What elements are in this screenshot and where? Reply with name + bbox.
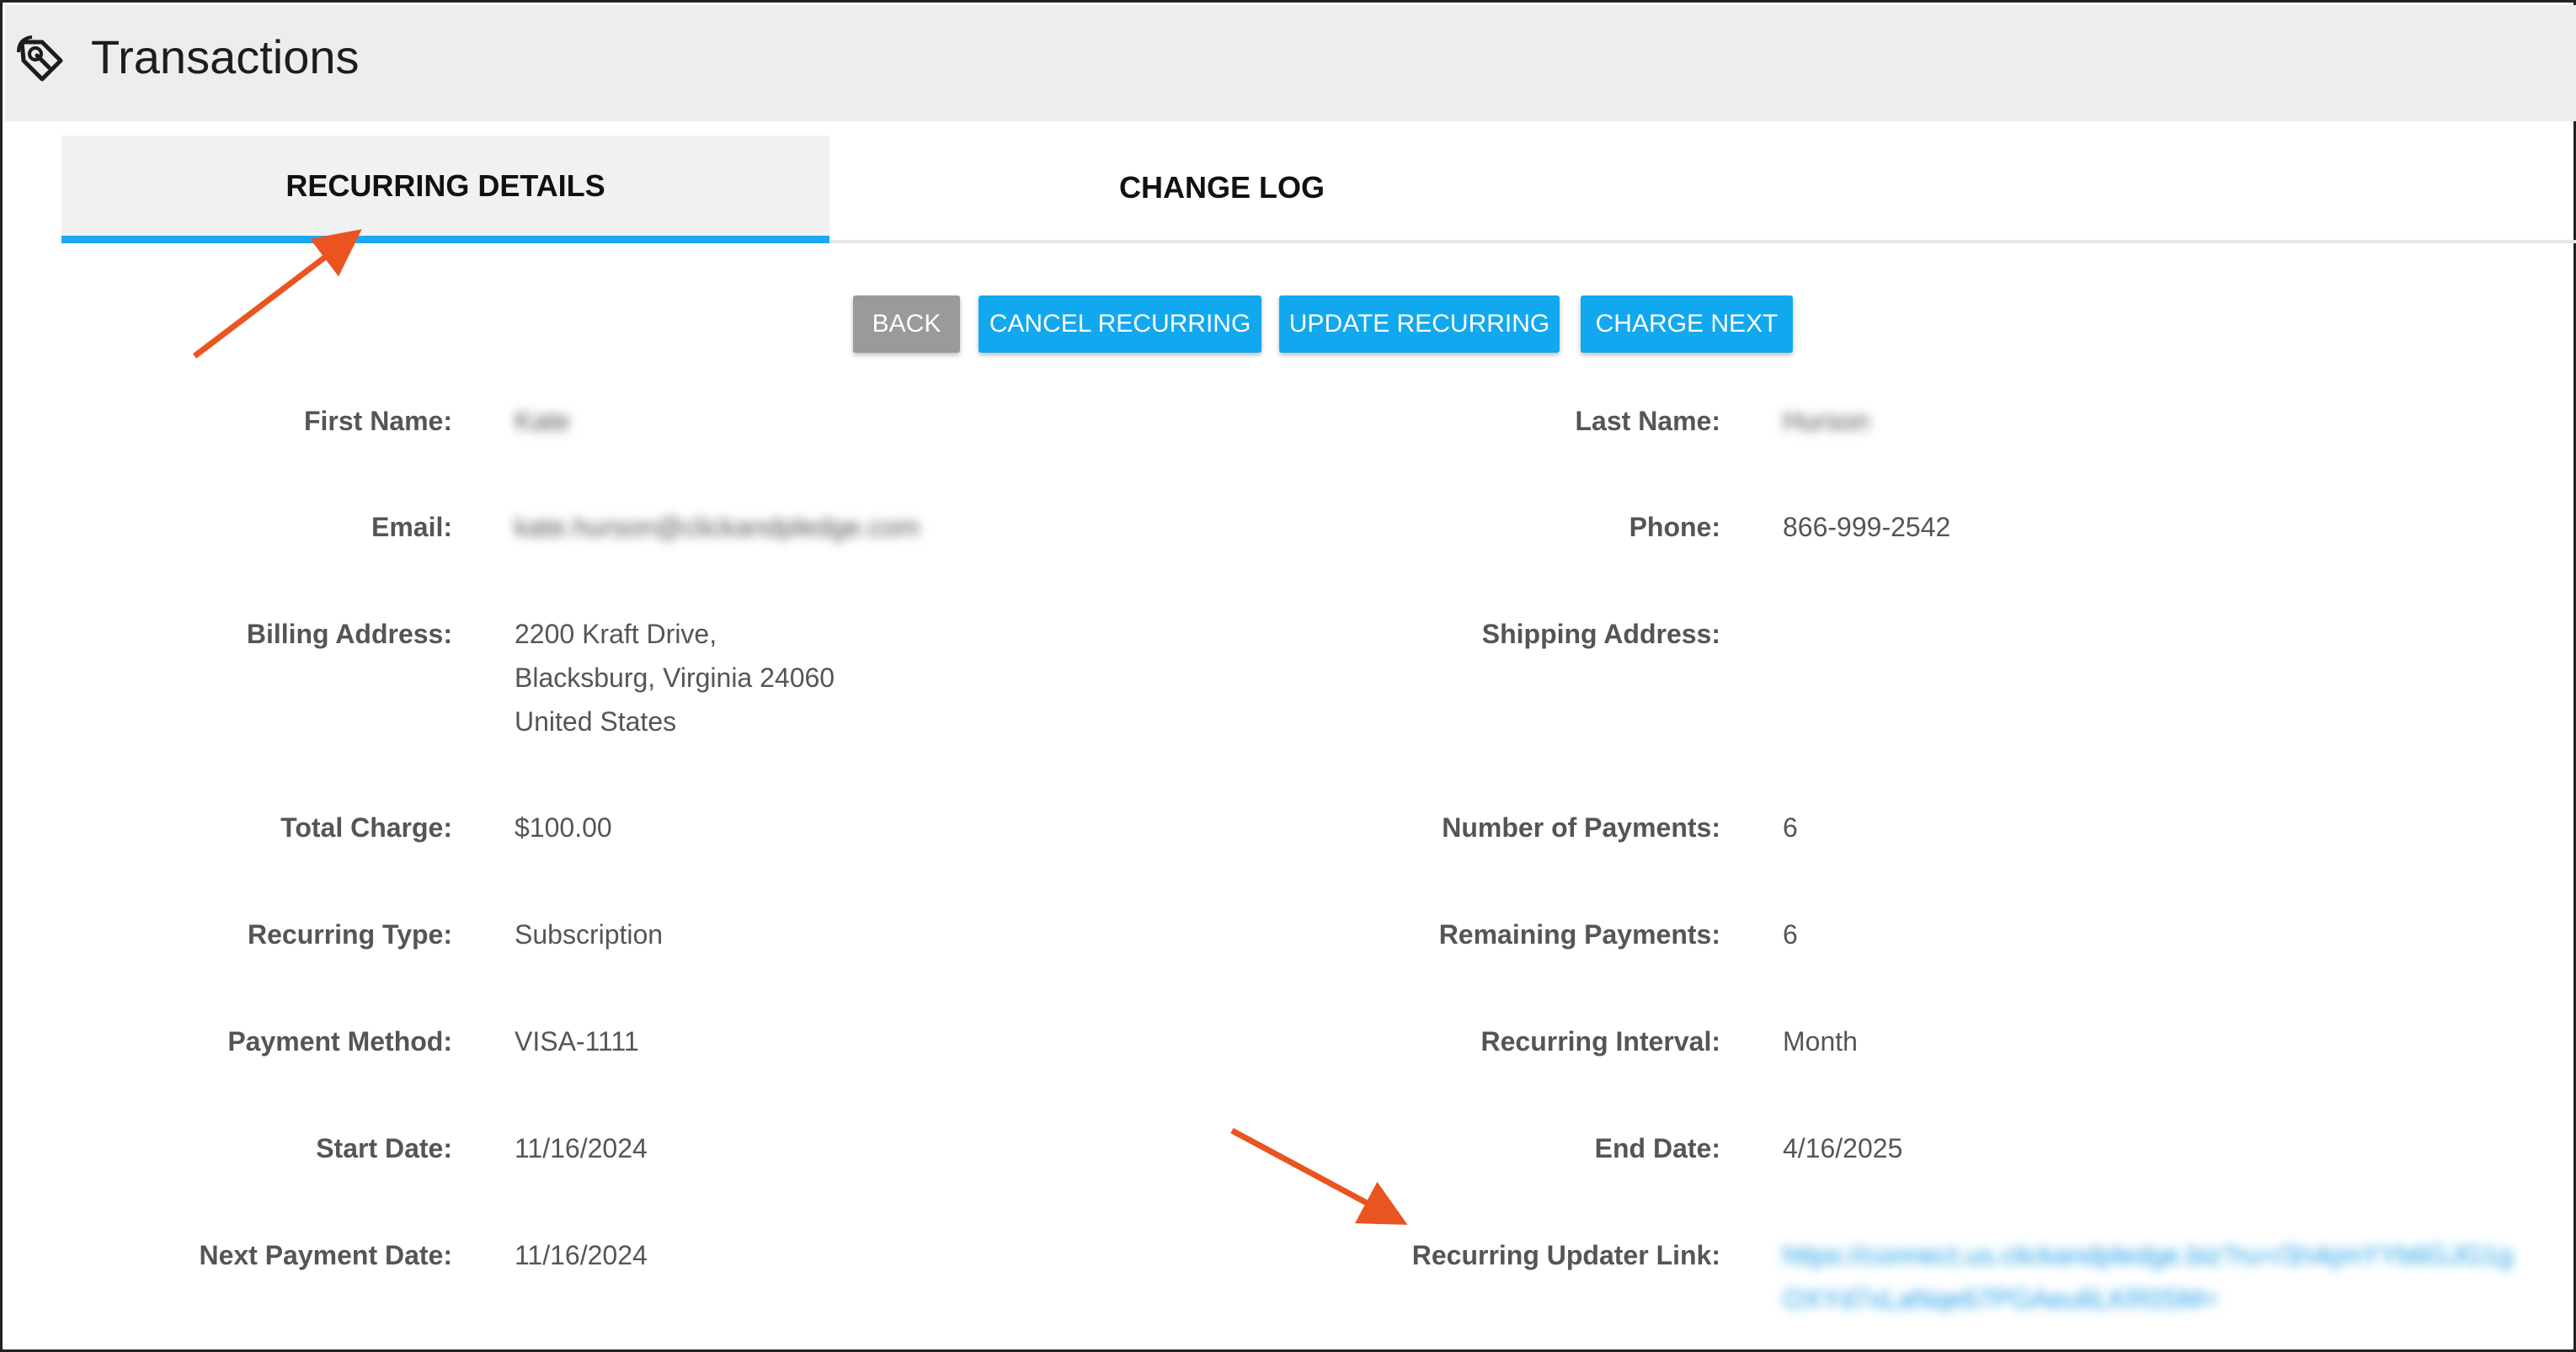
recurring-interval-value: Month: [1783, 1026, 1858, 1057]
start-date-label: Start Date:: [316, 1133, 452, 1163]
shipping-address-label: Shipping Address:: [1481, 619, 1720, 649]
remaining-payments-value: 6: [1783, 919, 1798, 950]
recurring-updater-link-line1[interactable]: https://connect.us.clickandpledge.biz?ru…: [1783, 1233, 2513, 1277]
number-of-payments-label: Number of Payments:: [1442, 812, 1720, 843]
tab-bar: RECURRING DETAILS CHANGE LOG: [61, 136, 2576, 243]
number-of-payments-value: 6: [1783, 812, 1798, 843]
last-name-value: Hurson: [1783, 406, 1870, 436]
total-charge-value: $100.00: [515, 812, 612, 843]
recurring-updater-link-label: Recurring Updater Link:: [1411, 1240, 1720, 1270]
tab-change-log[interactable]: CHANGE LOG: [838, 136, 1606, 240]
end-date-value: 4/16/2025: [1783, 1133, 1903, 1163]
billing-address-line2: Blacksburg, Virginia 24060: [515, 663, 835, 693]
page-title: Transactions: [91, 30, 360, 83]
page-header: Transactions: [5, 5, 2576, 121]
billing-address-label: Billing Address:: [246, 619, 452, 649]
recurring-type-value: Subscription: [515, 919, 664, 950]
first-name-label: First Name:: [303, 406, 452, 436]
recurring-interval-label: Recurring Interval:: [1480, 1026, 1720, 1057]
page-frame: Transactions RECURRING DETAILS CHANGE LO…: [0, 0, 2576, 1352]
update-recurring-button[interactable]: UPDATE RECURRING: [1279, 295, 1560, 353]
back-button[interactable]: BACK: [853, 295, 960, 353]
charge-next-button[interactable]: CHARGE NEXT: [1581, 295, 1793, 353]
transactions-tag-icon: [17, 35, 63, 82]
email-value: kate.hurson@clickandpledge.com: [515, 512, 920, 542]
phone-label: Phone:: [1629, 512, 1720, 542]
cancel-recurring-button[interactable]: CANCEL RECURRING: [979, 295, 1261, 353]
total-charge-label: Total Charge:: [280, 812, 452, 843]
billing-address-line3: United States: [515, 706, 677, 737]
next-payment-date-value: 11/16/2024: [515, 1240, 648, 1270]
phone-value: 866-999-2542: [1783, 512, 1951, 542]
first-name-value: Kate: [515, 406, 570, 436]
billing-address-line1: 2200 Kraft Drive,: [515, 619, 717, 649]
last-name-label: Last Name:: [1575, 406, 1721, 436]
remaining-payments-label: Remaining Payments:: [1438, 919, 1720, 950]
start-date-value: 11/16/2024: [515, 1133, 648, 1163]
end-date-label: End Date:: [1594, 1133, 1720, 1163]
next-payment-date-label: Next Payment Date:: [199, 1240, 452, 1270]
payment-method-label: Payment Method:: [227, 1026, 452, 1057]
email-label: Email:: [371, 512, 452, 542]
arrow-to-recurring-details-tab: [192, 229, 362, 359]
tab-recurring-details[interactable]: RECURRING DETAILS: [61, 136, 829, 243]
payment-method-value: VISA-1111: [515, 1026, 639, 1057]
recurring-updater-link-line2[interactable]: OXYd7xLaNqe67PGAeu6LKR0SM=: [1783, 1277, 2218, 1321]
recurring-type-label: Recurring Type:: [248, 919, 452, 950]
